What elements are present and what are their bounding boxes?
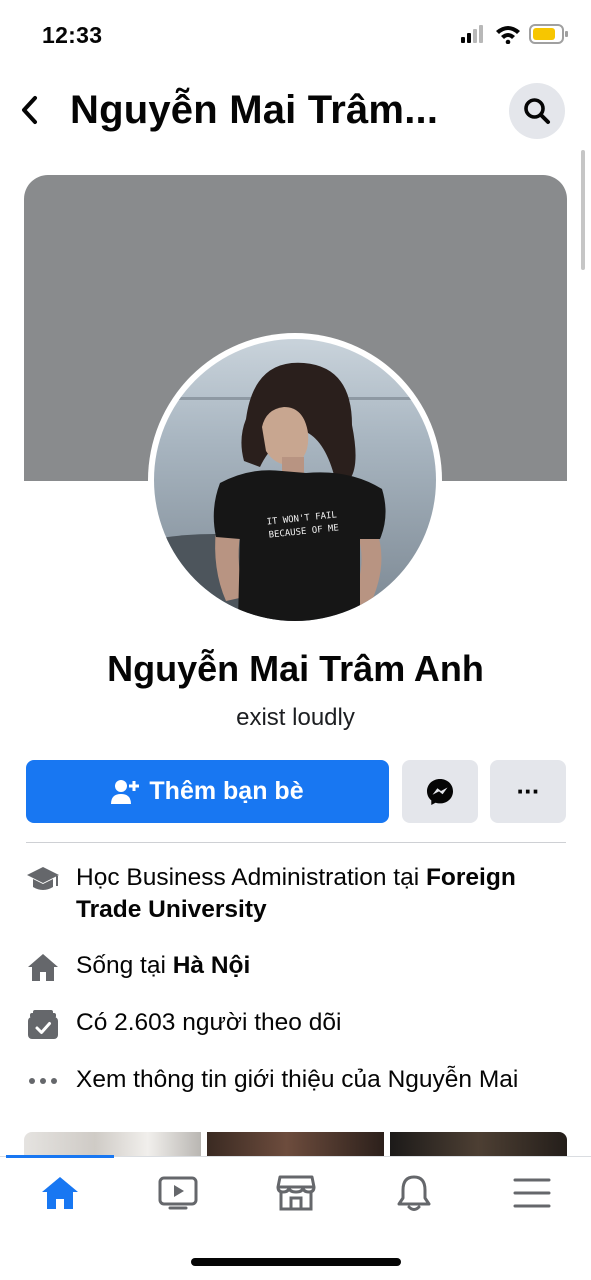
- profile-name: Nguyễn Mai Trâm Anh: [107, 648, 484, 689]
- followers-text: Có 2.603 người theo dõi: [76, 1009, 342, 1036]
- tab-notifications[interactable]: [384, 1171, 444, 1215]
- divider: [26, 842, 566, 843]
- home-indicator[interactable]: [191, 1258, 401, 1266]
- home-icon: [42, 1177, 78, 1209]
- scrollbar-thumb[interactable]: [581, 150, 585, 270]
- ellipsis-icon: [26, 1064, 60, 1098]
- education-prefix: Học Business Administration tại: [76, 864, 426, 891]
- back-button[interactable]: [14, 90, 46, 130]
- lives-in-place-link[interactable]: Hà Nội: [173, 952, 251, 979]
- tab-video[interactable]: [148, 1171, 208, 1215]
- detail-education: Học Business Administration tại Foreign …: [26, 862, 566, 926]
- status-bar: 12:33: [0, 0, 591, 70]
- bell-icon: [397, 1175, 431, 1211]
- video-icon: [158, 1176, 198, 1210]
- profile-bio: exist loudly: [236, 704, 355, 731]
- tab-marketplace[interactable]: [266, 1171, 326, 1215]
- search-icon: [524, 98, 550, 124]
- lives-in-prefix: Sống tại: [76, 952, 173, 979]
- tab-home[interactable]: [30, 1171, 90, 1215]
- messenger-button[interactable]: [402, 760, 478, 823]
- cellular-signal-icon: [461, 25, 483, 43]
- home-icon: [26, 950, 60, 984]
- messenger-icon: [427, 778, 453, 805]
- more-options-button[interactable]: ···: [490, 760, 566, 823]
- status-time: 12:33: [42, 22, 103, 48]
- status-icons: [461, 24, 569, 44]
- chevron-left-icon: [22, 96, 37, 124]
- wifi-icon: [496, 26, 520, 44]
- photo-thumbnail[interactable]: [207, 1132, 384, 1158]
- tab-menu[interactable]: [502, 1171, 562, 1215]
- followers-icon: [26, 1007, 60, 1041]
- profile-picture[interactable]: IT WON'T FAIL BECAUSE OF ME: [148, 333, 442, 627]
- detail-see-about[interactable]: Xem thông tin giới thiệu của Nguyễn Mai: [26, 1064, 566, 1098]
- active-tab-indicator: [6, 1155, 114, 1158]
- search-button[interactable]: [509, 83, 565, 139]
- menu-icon: [513, 1178, 551, 1208]
- photo-thumbnail[interactable]: [390, 1132, 567, 1158]
- add-friend-label: Thêm bạn bè: [149, 777, 304, 805]
- add-friend-button[interactable]: Thêm bạn bè: [26, 760, 389, 823]
- marketplace-icon: [276, 1175, 316, 1211]
- profile-header: Nguyễn Mai Trâm...: [0, 78, 591, 144]
- graduation-cap-icon: [26, 862, 60, 896]
- ellipsis-icon: ···: [516, 776, 541, 806]
- page-title: Nguyễn Mai Trâm...: [70, 88, 439, 132]
- see-about-text: Xem thông tin giới thiệu của Nguyễn Mai: [76, 1066, 519, 1093]
- detail-lives-in: Sống tại Hà Nội: [26, 950, 566, 984]
- avatar: IT WON'T FAIL BECAUSE OF ME: [154, 339, 436, 621]
- person-add-icon: [111, 779, 140, 804]
- battery-icon: [529, 24, 568, 44]
- detail-followers[interactable]: Có 2.603 người theo dõi: [26, 1007, 566, 1041]
